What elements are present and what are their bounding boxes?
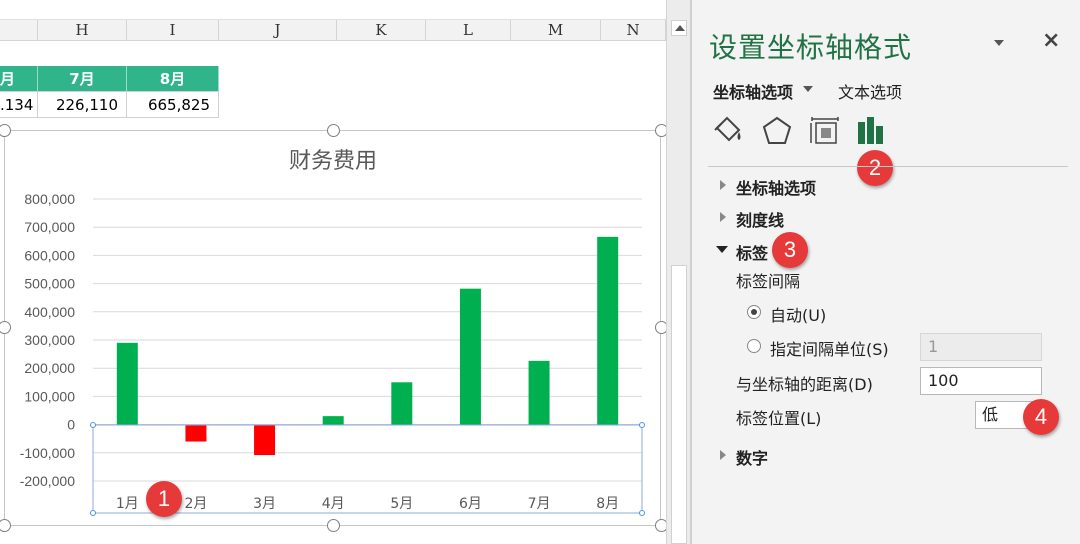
bar-1[interactable] — [116, 342, 138, 425]
x-tick-label: 5月 — [390, 496, 413, 512]
x-tick-label: 6月 — [459, 496, 482, 512]
x-tick-label: 7月 — [528, 496, 551, 512]
scroll-up-icon[interactable] — [671, 20, 687, 36]
x-tick-label: 8月 — [596, 496, 619, 512]
y-tick-label: 0 — [67, 417, 75, 433]
pane-options-chevron-icon[interactable] — [990, 32, 1010, 52]
pane-divider-line — [708, 166, 1068, 167]
expand-icon[interactable] — [720, 450, 726, 460]
worksheet[interactable]: H I J K L M N 月 7月 8月 .134 226,110 665,8… — [0, 0, 668, 544]
bar-4[interactable] — [322, 416, 344, 425]
axis-options-icon[interactable] — [855, 114, 889, 148]
collapse-icon[interactable] — [716, 246, 728, 253]
x-axis[interactable]: 1月 2月 3月 4月 5月 6月 7月 8月 — [116, 496, 619, 512]
auto-radio[interactable] — [747, 305, 761, 319]
bars[interactable] — [116, 236, 619, 456]
specify-interval-label[interactable]: 指定间隔单位(S) — [770, 336, 889, 360]
distance-label: 与坐标轴的距离(D) — [736, 375, 873, 394]
label-position-label: 标签位置(L) — [736, 409, 822, 428]
specify-interval-field[interactable]: 1 — [920, 333, 1042, 361]
section-tick-marks[interactable]: 刻度线 — [736, 207, 784, 231]
x-tick-label: 3月 — [253, 496, 276, 512]
gridlines — [93, 198, 642, 482]
format-axis-pane: 设置坐标轴格式 × 坐标轴选项 文本选项 2 坐标轴选项 刻度线 标签 3 标签… — [692, 0, 1080, 544]
resize-handle-bottom[interactable] — [327, 519, 340, 532]
resize-handle-top[interactable] — [327, 124, 340, 137]
expand-icon[interactable] — [720, 180, 726, 190]
step-badge-3: 3 — [772, 232, 808, 268]
size-properties-icon[interactable] — [808, 114, 842, 148]
chart-title[interactable]: 财务费用 — [289, 149, 377, 174]
step-badge-2: 2 — [857, 150, 893, 186]
bar-6[interactable] — [459, 288, 481, 425]
section-labels[interactable]: 标签 — [736, 240, 768, 264]
x-tick-label: 2月 — [184, 496, 207, 512]
axis-handle[interactable] — [90, 510, 96, 516]
effects-icon[interactable] — [760, 114, 794, 148]
y-tick-label: 200,000 — [24, 360, 75, 376]
y-tick-label: 800,000 — [24, 191, 75, 207]
chart-svg[interactable]: 财务费用 800,000 700,000 600,000 500,000 400,000… — [0, 0, 666, 544]
expand-icon[interactable] — [720, 212, 726, 222]
distance-field[interactable]: 100 — [920, 367, 1042, 395]
tab-axis-options[interactable]: 坐标轴选项 — [713, 79, 793, 103]
x-tick-label: 1月 — [116, 496, 139, 512]
section-number[interactable]: 数字 — [736, 445, 768, 469]
bar-3[interactable] — [254, 424, 276, 456]
bar-5[interactable] — [391, 382, 413, 425]
bar-7[interactable] — [528, 360, 550, 425]
axis-handle[interactable] — [639, 510, 645, 516]
pane-title: 设置坐标轴格式 — [709, 31, 913, 64]
section-axis-options[interactable]: 坐标轴选项 — [736, 175, 816, 199]
fill-line-icon[interactable] — [711, 114, 745, 148]
y-tick-label: 300,000 — [24, 332, 75, 348]
auto-radio-label[interactable]: 自动(U) — [770, 302, 826, 326]
label-interval-caption: 标签间隔 — [736, 272, 801, 291]
x-tick-label: 4月 — [322, 496, 345, 512]
y-tick-label: -200,000 — [20, 473, 75, 489]
step-badge-1: 1 — [146, 481, 182, 517]
excel-window: H I J K L M N 月 7月 8月 .134 226,110 665,8… — [0, 0, 1080, 544]
bar-8[interactable] — [597, 236, 619, 425]
axis-handle[interactable] — [639, 422, 645, 428]
scroll-thumb[interactable] — [671, 265, 687, 544]
step-badge-4: 4 — [1023, 399, 1059, 435]
axis-handle[interactable] — [90, 422, 96, 428]
y-axis[interactable]: 800,000 700,000 600,000 500,000 400,000 300,0… — [20, 191, 75, 489]
y-tick-label: 500,000 — [24, 276, 75, 292]
specify-interval-radio[interactable] — [747, 339, 761, 353]
bar-2[interactable] — [185, 424, 207, 442]
y-tick-label: 400,000 — [24, 304, 75, 320]
close-icon[interactable]: × — [1042, 28, 1060, 53]
vertical-scrollbar[interactable] — [666, 0, 690, 544]
y-tick-label: 700,000 — [24, 219, 75, 235]
y-tick-label: 100,000 — [24, 388, 75, 404]
y-tick-label: -100,000 — [20, 445, 75, 461]
tab-text-options[interactable]: 文本选项 — [838, 79, 902, 103]
y-tick-label: 600,000 — [24, 247, 75, 263]
chevron-down-icon[interactable] — [803, 86, 813, 92]
